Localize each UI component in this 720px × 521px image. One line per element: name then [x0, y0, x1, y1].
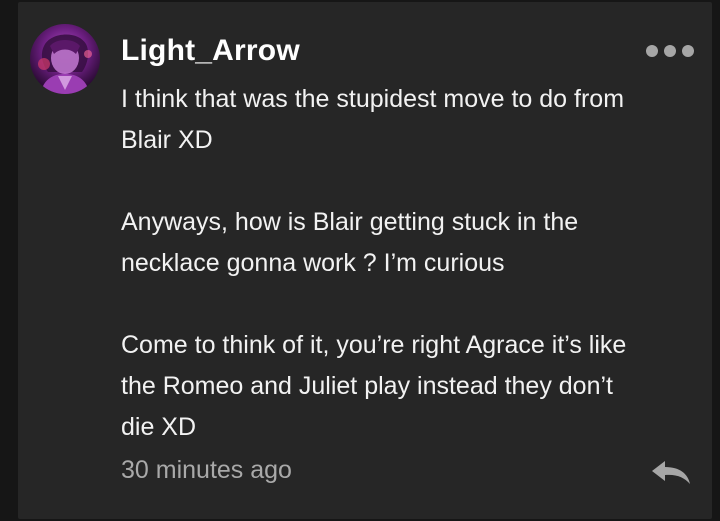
- comment-line: I think that was the stupidest move to d…: [121, 85, 625, 113]
- reply-icon: [652, 461, 690, 484]
- more-options-icon: [664, 45, 676, 57]
- more-options-icon: [646, 45, 658, 57]
- avatar[interactable]: [30, 24, 100, 94]
- comment-line: die XD: [121, 413, 197, 441]
- comment-line: Blair XD: [121, 126, 213, 154]
- comment-line: Come to think of it, you’re right Agrace…: [121, 331, 627, 359]
- reply-button[interactable]: [650, 458, 692, 486]
- avatar-image: [38, 34, 92, 94]
- comment-line: necklace gonna work ? I’m curious: [121, 249, 505, 277]
- comment-paragraph: Anyways, how is Blair getting stuck in t…: [121, 202, 701, 284]
- comment-paragraph: I think that was the stupidest move to d…: [121, 79, 701, 161]
- username[interactable]: Light_Arrow: [121, 34, 300, 68]
- comment-paragraph: Come to think of it, you’re right Agrace…: [121, 325, 701, 448]
- comment-line: Anyways, how is Blair getting stuck in t…: [121, 208, 579, 236]
- more-options-icon: [682, 45, 694, 57]
- comment-timestamp: 30 minutes ago: [121, 456, 292, 484]
- comment-line: the Romeo and Juliet play instead they d…: [121, 372, 613, 400]
- more-options-button[interactable]: [646, 40, 694, 62]
